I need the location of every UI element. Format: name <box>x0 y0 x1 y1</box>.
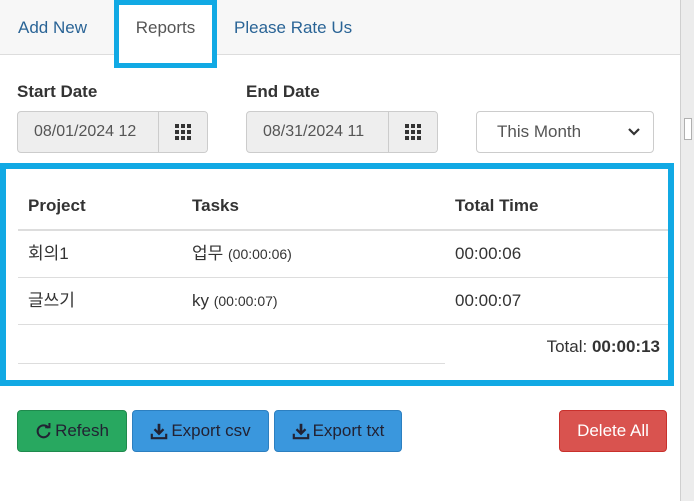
table-row: 글쓰기 ky (00:00:07) 00:00:07 <box>18 278 668 325</box>
task-name: ky <box>192 291 209 310</box>
export-txt-button[interactable]: Export txt <box>274 410 402 452</box>
download-icon <box>292 423 309 440</box>
tab-reports[interactable]: Reports <box>114 0 217 68</box>
refresh-button[interactable]: Refesh <box>17 410 127 452</box>
header-total-time: Total Time <box>455 196 539 215</box>
total-value: 00:00:13 <box>591 337 660 356</box>
delete-all-button[interactable]: Delete All <box>559 410 667 452</box>
tab-add-new[interactable]: Add New <box>18 0 87 55</box>
table-row: 회의1 업무 (00:00:06) 00:00:06 <box>18 231 668 278</box>
export-txt-label: Export txt <box>312 421 385 440</box>
scrollbar-fragment <box>684 118 692 140</box>
export-csv-button[interactable]: Export csv <box>132 410 269 452</box>
task-name: 업무 <box>192 244 224 263</box>
download-icon <box>151 423 168 440</box>
grid-icon <box>175 124 191 140</box>
cell-task: ky (00:00:07) <box>192 278 278 324</box>
window-edge <box>680 0 694 501</box>
grand-total: Total: 00:00:13 <box>547 325 660 369</box>
end-date-picker-button[interactable] <box>388 112 437 152</box>
tab-please-rate-us[interactable]: Please Rate Us <box>234 0 352 55</box>
date-range-selected: This Month <box>497 122 582 141</box>
end-date-field: 08/31/2024 11 <box>246 111 438 153</box>
start-date-field: 08/01/2024 12 <box>17 111 208 153</box>
end-date-label: End Date <box>246 82 320 101</box>
chevron-down-icon <box>627 112 641 152</box>
table-header: Project Tasks Total Time <box>18 177 668 231</box>
cell-project: 회의1 <box>28 244 69 263</box>
start-date-input[interactable]: 08/01/2024 12 <box>18 112 158 152</box>
end-date-input[interactable]: 08/31/2024 11 <box>247 112 388 152</box>
cell-total-time: 00:00:07 <box>455 291 522 310</box>
start-date-label: Start Date <box>17 82 98 101</box>
cell-total-time: 00:00:06 <box>455 244 522 263</box>
start-date-picker-button[interactable] <box>158 112 207 152</box>
refresh-icon <box>36 422 51 438</box>
table-divider <box>18 363 445 364</box>
export-csv-label: Export csv <box>171 421 251 440</box>
header-tasks: Tasks <box>192 196 239 215</box>
task-time: (00:00:06) <box>228 246 292 262</box>
cell-task: 업무 (00:00:06) <box>192 231 292 277</box>
total-label: Total: <box>546 337 588 356</box>
date-range-select[interactable]: This Month <box>476 111 654 153</box>
refresh-label: Refesh <box>55 421 109 440</box>
cell-project: 글쓰기 <box>28 291 75 310</box>
grid-icon <box>405 124 421 140</box>
header-project: Project <box>28 196 86 215</box>
report-panel: Project Tasks Total Time 회의1 업무 (00:00:0… <box>0 163 674 386</box>
tab-bar: Add New Please Rate Us <box>0 0 680 55</box>
task-time: (00:00:07) <box>213 293 278 309</box>
